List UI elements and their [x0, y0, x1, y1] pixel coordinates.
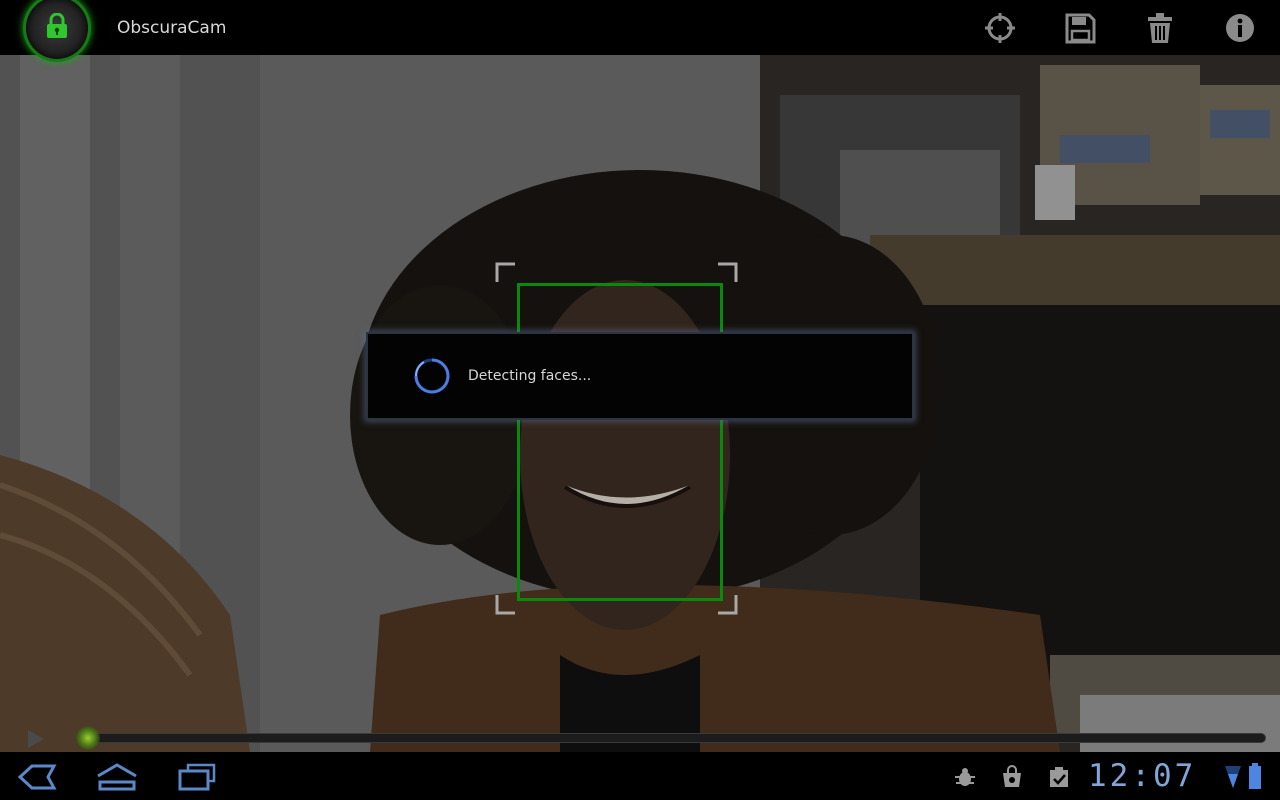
progress-message: Detecting faces...	[468, 368, 592, 384]
app-title: ObscuraCam	[117, 18, 227, 38]
battery-icon[interactable]	[1248, 762, 1262, 790]
recent-apps-icon[interactable]	[174, 762, 220, 792]
face-region-corner-top-left[interactable]	[495, 262, 517, 284]
progress-dialog: Detecting faces...	[366, 332, 914, 420]
back-icon[interactable]	[14, 762, 60, 792]
system-bar: 12:07	[0, 752, 1280, 800]
action-bar: ObscuraCam	[0, 0, 1280, 59]
app-logo[interactable]	[26, 0, 88, 59]
save-icon	[1065, 13, 1096, 44]
face-region-corner-bottom-left[interactable]	[495, 593, 517, 615]
info-icon	[1226, 14, 1254, 42]
lock-icon	[47, 13, 67, 38]
crosshair-button[interactable]	[983, 11, 1017, 45]
delete-button[interactable]	[1143, 11, 1177, 45]
face-region-box[interactable]	[517, 283, 723, 601]
debug-icon[interactable]	[953, 765, 977, 789]
info-button[interactable]	[1223, 11, 1257, 45]
clock[interactable]: 12:07	[1088, 759, 1196, 793]
trash-icon	[1148, 13, 1172, 43]
wifi-icon[interactable]	[1224, 764, 1242, 790]
crosshair-icon	[985, 13, 1015, 43]
seek-bar[interactable]	[80, 733, 1266, 743]
play-icon[interactable]	[24, 727, 48, 751]
face-region-corner-top-right[interactable]	[716, 262, 738, 284]
save-button[interactable]	[1063, 11, 1097, 45]
task-icon[interactable]	[1047, 765, 1071, 789]
shopping-bag-icon[interactable]	[1000, 765, 1024, 789]
home-icon[interactable]	[94, 762, 140, 792]
seek-thumb[interactable]	[76, 726, 100, 750]
spinner-icon	[414, 358, 450, 394]
screen: ObscuraCam Detecting faces... 12:07	[0, 0, 1280, 800]
